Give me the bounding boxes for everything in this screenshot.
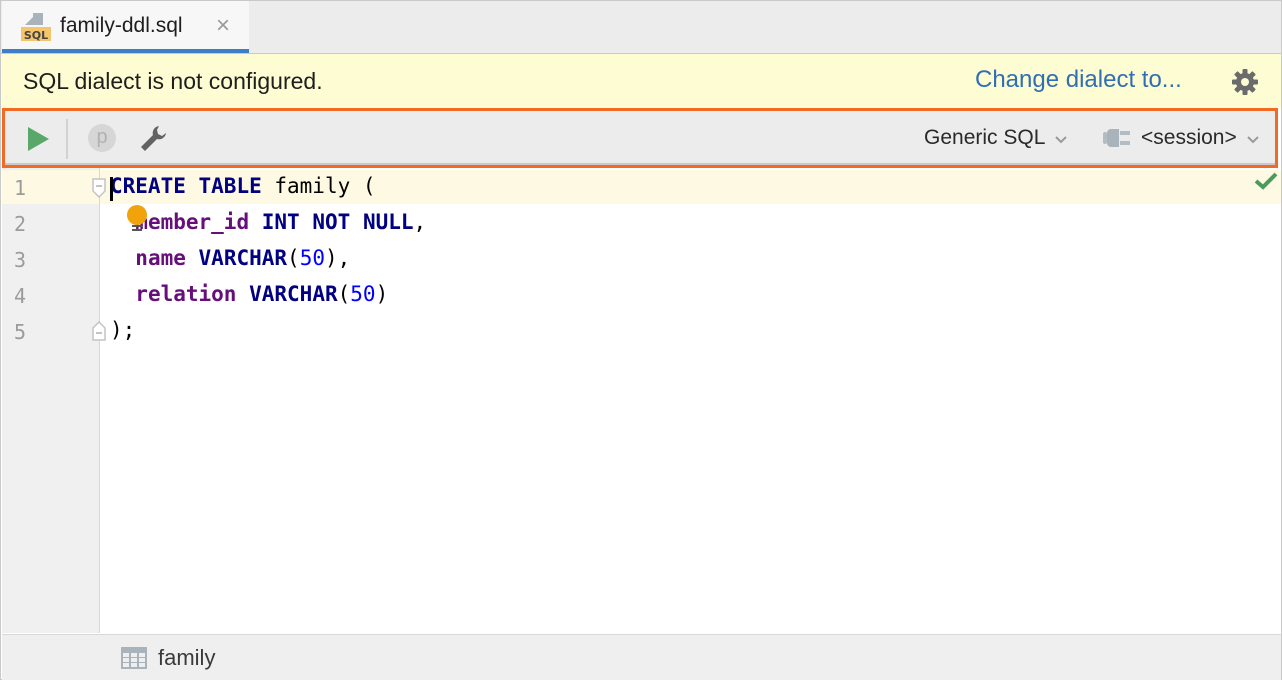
run-icon[interactable] <box>25 125 51 153</box>
code-line[interactable]: 3 name VARCHAR(50), <box>2 242 1281 278</box>
column-name: member_id <box>135 210 250 234</box>
breadcrumb-item-family[interactable]: family <box>120 645 215 671</box>
code-line[interactable]: 1 CREATE TABLE family ( <box>2 170 1281 206</box>
svg-text:SQL: SQL <box>24 29 48 42</box>
lightbulb-icon[interactable] <box>126 205 150 235</box>
parameters-button[interactable]: p <box>88 124 116 152</box>
sql-editor-window: SQL family-ddl.sql × SQL dialect is not … <box>0 0 1282 680</box>
sql-file-icon: SQL <box>21 13 51 42</box>
code-text: member_id INT NOT NULL, <box>110 210 426 234</box>
session-value: <session> <box>1141 126 1237 149</box>
code-token: ( <box>337 282 351 306</box>
text-caret <box>110 177 113 201</box>
dialect-notification-banner: SQL dialect is not configured. Change di… <box>1 54 1281 108</box>
tab-family-ddl-sql[interactable]: SQL family-ddl.sql × <box>2 1 249 53</box>
number-literal: 50 <box>299 246 325 270</box>
wrench-icon[interactable] <box>137 123 169 155</box>
line-number: 2 <box>14 212 27 236</box>
plug-icon <box>1103 129 1130 147</box>
sql-keyword: NULL <box>362 210 414 234</box>
tab-label: family-ddl.sql <box>60 14 183 37</box>
change-dialect-link[interactable]: Change dialect to... <box>975 66 1182 94</box>
code-token: ); <box>110 318 136 342</box>
code-token: ), <box>325 246 351 270</box>
fold-start-icon[interactable] <box>91 178 107 198</box>
code-text: name VARCHAR(50), <box>110 246 350 270</box>
column-name: relation <box>135 282 237 306</box>
dialect-dropdown[interactable]: Generic SQL <box>924 126 1068 150</box>
gear-icon[interactable] <box>1231 68 1259 96</box>
code-line[interactable]: 2 member_id INT NOT NULL, <box>2 206 1281 242</box>
code-text: ); <box>110 318 135 342</box>
chevron-down-icon <box>1247 135 1259 143</box>
breadcrumb-label: family <box>158 645 216 670</box>
code-token: ) <box>375 282 389 306</box>
close-icon[interactable]: × <box>216 13 230 39</box>
line-number: 3 <box>14 248 27 272</box>
breadcrumb: family <box>2 634 1281 680</box>
editor-toolbar: p Generic SQL <session> <box>2 108 1278 168</box>
toolbar-divider <box>5 163 1275 165</box>
line-number: 4 <box>14 284 27 308</box>
number-literal: 50 <box>350 282 376 306</box>
sql-keyword: VARCHAR <box>198 246 288 270</box>
code-token: ( <box>287 246 300 270</box>
chevron-down-icon <box>1055 135 1068 143</box>
code-token: , <box>413 210 427 234</box>
sql-keyword: NOT <box>312 210 351 234</box>
sql-keyword: CREATE <box>110 174 186 198</box>
fold-end-icon[interactable] <box>91 321 107 341</box>
editor-tab-bar: SQL family-ddl.sql × <box>1 1 1281 54</box>
code-line[interactable]: 4 relation VARCHAR(50) <box>2 278 1281 314</box>
code-text: relation VARCHAR(50) <box>110 282 388 306</box>
code-token: family ( <box>261 174 376 198</box>
session-dropdown[interactable]: <session> <box>1103 126 1260 150</box>
sql-keyword: TABLE <box>198 174 262 198</box>
line-number: 1 <box>14 176 27 200</box>
column-name: name <box>135 246 186 270</box>
code-editor[interactable]: 1 CREATE TABLE family ( 2 member_id INT NO… <box>2 168 1281 633</box>
code-text: CREATE TABLE family ( <box>110 174 376 198</box>
dialect-value: Generic SQL <box>924 126 1046 149</box>
line-number: 5 <box>14 320 27 344</box>
sql-keyword: INT <box>261 210 300 234</box>
table-icon <box>121 647 147 669</box>
check-icon <box>1254 172 1278 190</box>
toolbar-separator <box>66 119 68 159</box>
code-line[interactable]: 5); <box>2 314 1281 350</box>
sql-keyword: VARCHAR <box>249 282 338 306</box>
banner-message: SQL dialect is not configured. <box>23 68 323 94</box>
